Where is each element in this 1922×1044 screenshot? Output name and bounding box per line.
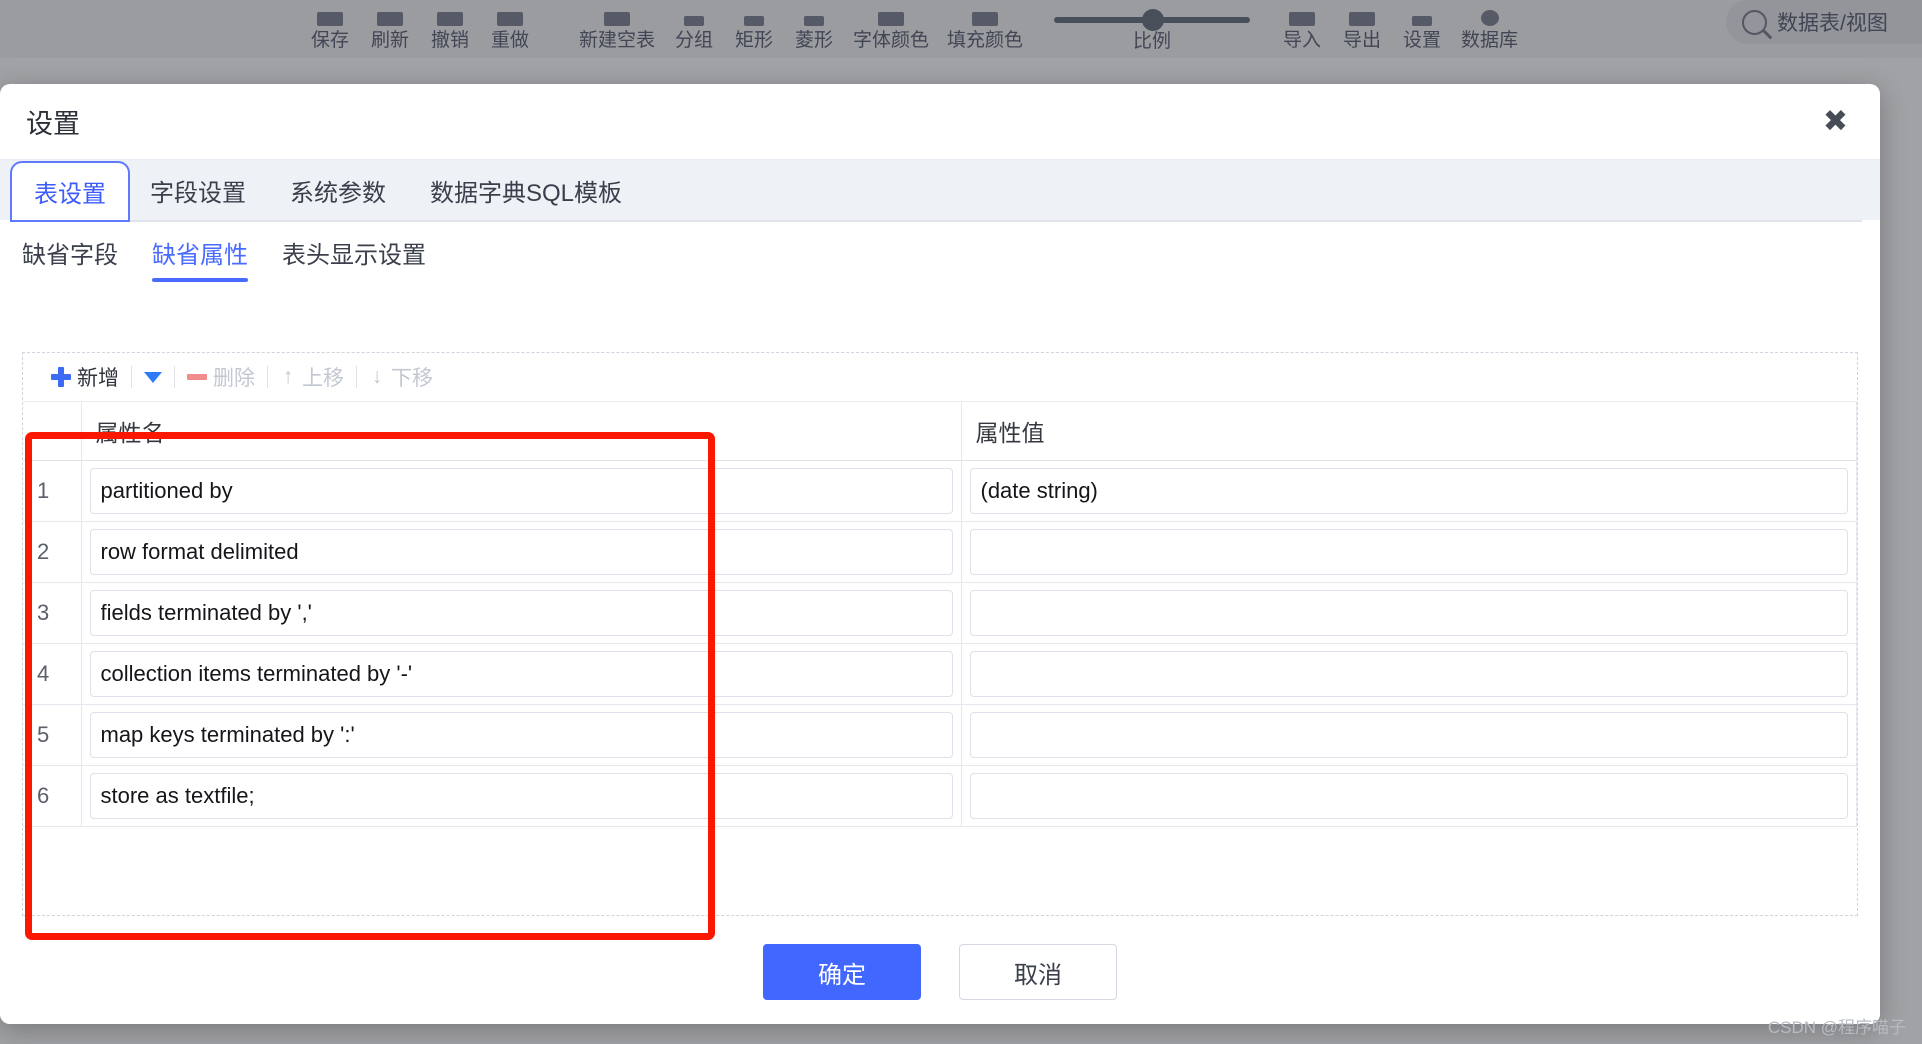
row-index: 3 [23, 582, 82, 644]
attribute-value-input[interactable] [969, 773, 1848, 819]
attribute-name-input[interactable] [89, 468, 953, 514]
column-header-index [23, 402, 82, 461]
tab-label: 表设置 [34, 181, 106, 208]
tab-label: 字段设置 [150, 179, 246, 207]
close-icon[interactable]: ✖ [1823, 106, 1848, 137]
table-row[interactable]: 2 [23, 521, 1857, 583]
attribute-name-input[interactable] [89, 529, 953, 575]
attribute-value-cell[interactable] [961, 582, 1857, 644]
attribute-name-input[interactable] [89, 651, 953, 697]
attribute-value-cell[interactable] [961, 521, 1857, 583]
table-row[interactable]: 5 [23, 704, 1857, 766]
subtab-label: 缺省字段 [22, 241, 118, 269]
subtab-header-display-settings[interactable]: 表头显示设置 [282, 235, 426, 282]
attribute-name-cell[interactable] [81, 765, 962, 827]
watermark: CSDN @程序喵子 [1767, 1018, 1906, 1037]
subtab-label: 表头显示设置 [282, 241, 426, 269]
attribute-name-cell[interactable] [81, 521, 962, 583]
dialog-title: 设置 [26, 109, 80, 139]
delete-button-label: 删除 [213, 367, 255, 390]
attribute-value-input[interactable] [969, 590, 1848, 636]
tab-system-params[interactable]: 系统参数 [268, 160, 408, 220]
move-up-button-label: 上移 [302, 367, 344, 390]
table-header-row: 属性名 属性值 [23, 402, 1857, 461]
confirm-button-label: 确定 [818, 961, 866, 989]
add-button-label: 新增 [77, 367, 119, 390]
dialog-header: 设置 ✖ [0, 84, 1880, 160]
attribute-name-cell[interactable] [81, 643, 962, 705]
arrow-down-icon: ↓ [371, 365, 383, 388]
cancel-button-label: 取消 [1014, 961, 1062, 989]
attribute-value-input[interactable] [969, 529, 1848, 575]
attribute-name-input[interactable] [89, 590, 953, 636]
column-header-attribute-name: 属性名 [81, 402, 962, 461]
settings-dialog: 设置 ✖ 表设置 字段设置 系统参数 数据字典SQL模板 缺省字段 缺省属性 表… [0, 84, 1880, 1024]
attribute-value-cell[interactable] [961, 460, 1857, 522]
row-index: 5 [23, 704, 82, 766]
subtab-label: 缺省属性 [152, 241, 248, 269]
tab-field-settings[interactable]: 字段设置 [128, 160, 268, 220]
attribute-value-input[interactable] [969, 712, 1848, 758]
subtab-default-attributes[interactable]: 缺省属性 [152, 235, 248, 282]
arrow-up-icon: ↑ [282, 365, 294, 388]
table-row[interactable]: 6 [23, 765, 1857, 827]
tab-label: 数据字典SQL模板 [430, 179, 623, 207]
row-index: 2 [23, 521, 82, 583]
main-tab-bar: 表设置 字段设置 系统参数 数据字典SQL模板 [0, 160, 1880, 220]
attribute-name-cell[interactable] [81, 582, 962, 644]
attribute-name-cell[interactable] [81, 704, 962, 766]
attribute-name-cell[interactable] [81, 460, 962, 522]
row-index: 4 [23, 643, 82, 705]
attribute-value-cell[interactable] [961, 643, 1857, 705]
sub-tab-bar: 缺省字段 缺省属性 表头显示设置 [0, 222, 1880, 282]
cancel-button[interactable]: 取消 [959, 944, 1117, 1000]
move-down-button-label: 下移 [391, 367, 433, 390]
delete-button[interactable]: 删除 [175, 362, 267, 392]
caret-down-icon [144, 371, 162, 383]
attributes-panel: 新增 删除 ↑ 上移 ↓ 下移 属性名 属性值 1 partitioned by… [22, 352, 1858, 916]
add-dropdown-button[interactable] [132, 371, 174, 383]
column-header-attribute-value: 属性值 [961, 402, 1857, 461]
tab-data-dictionary-sql-template[interactable]: 数据字典SQL模板 [408, 160, 644, 220]
table-row[interactable]: 4 [23, 643, 1857, 705]
attribute-value-cell[interactable] [961, 704, 1857, 766]
row-index: 1 [23, 460, 82, 522]
table-row[interactable]: 1 [23, 460, 1857, 522]
subtab-default-fields[interactable]: 缺省字段 [22, 235, 118, 282]
attribute-value-input[interactable] [969, 651, 1848, 697]
add-button[interactable]: 新增 [39, 362, 131, 392]
table-row[interactable]: 3 [23, 582, 1857, 644]
move-down-button[interactable]: ↓ 下移 [357, 362, 445, 392]
plus-icon [51, 367, 71, 387]
tab-label: 系统参数 [290, 179, 386, 207]
attribute-value-cell[interactable] [961, 765, 1857, 827]
tab-table-settings[interactable]: 表设置 [12, 163, 128, 220]
confirm-button[interactable]: 确定 [763, 944, 921, 1000]
attribute-name-input[interactable] [89, 712, 953, 758]
attribute-value-input[interactable] [969, 468, 1848, 514]
dialog-footer: 确定 取消 [0, 920, 1880, 1024]
move-up-button[interactable]: ↑ 上移 [268, 362, 356, 392]
attributes-table: 属性名 属性值 1 2 [23, 402, 1857, 827]
attribute-name-input[interactable] [89, 773, 953, 819]
grid-toolbar: 新增 删除 ↑ 上移 ↓ 下移 [23, 353, 1857, 402]
minus-icon [187, 374, 207, 380]
row-index: 6 [23, 765, 82, 827]
